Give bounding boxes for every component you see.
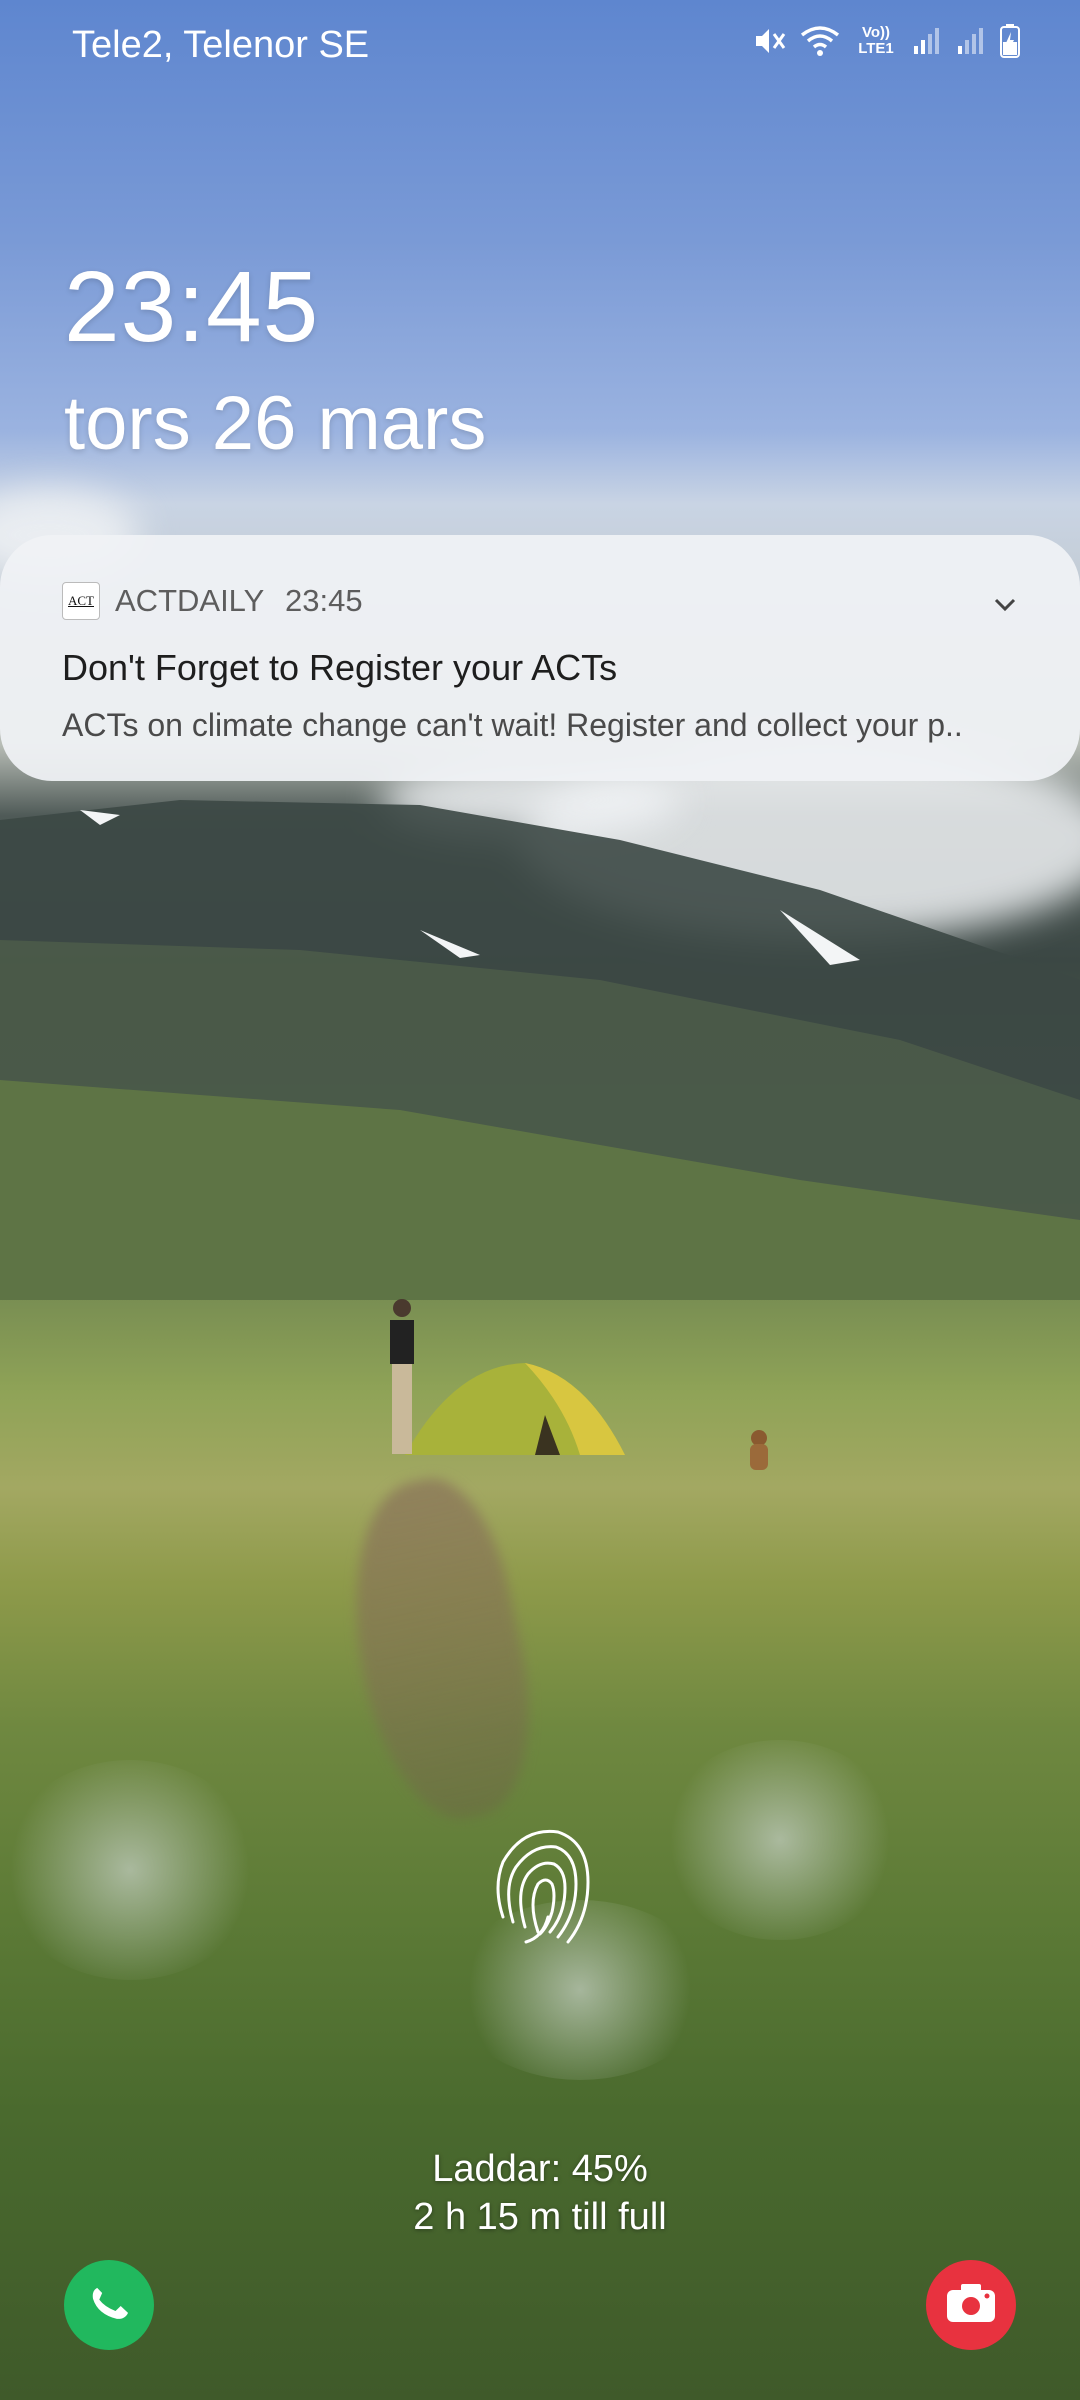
notification-title: Don't Forget to Register your ACTs (62, 647, 618, 688)
tent (405, 1363, 625, 1455)
lock-clock: 23:45 (64, 251, 320, 363)
actdaily-app-icon: ACT (62, 582, 100, 620)
trail (326, 1467, 554, 1833)
notification-time: 23:45 (285, 583, 363, 618)
status-bar: Tele2, Telenor SE Vo)) LTE1 (0, 0, 1080, 92)
camera-shortcut-button[interactable] (926, 2260, 1016, 2350)
lock-date: tors 26 mars (64, 381, 487, 466)
camera-icon (945, 2282, 997, 2329)
mountain-ridge (0, 800, 1080, 1300)
notification-card[interactable]: ACT ACTDAILY 23:45 Don't Forget to Regis… (0, 535, 1080, 781)
signal-sim1-icon (912, 26, 942, 56)
charging-status: Laddar: 45% 2 h 15 m till full (0, 2145, 1080, 2241)
mute-icon (752, 25, 786, 57)
dog (750, 1430, 768, 1470)
phone-icon (86, 2280, 132, 2331)
battery-charging-icon (1000, 24, 1020, 58)
signal-sim2-icon (956, 26, 986, 56)
charging-percent: Laddar: 45% (432, 2148, 648, 2190)
chevron-down-icon[interactable] (985, 585, 1025, 625)
status-icons: Vo)) LTE1 (752, 24, 1020, 58)
notification-body: ACTs on climate change can't wait! Regis… (62, 707, 963, 743)
network-label: Vo)) LTE1 (858, 24, 894, 57)
carrier-name: Tele2, Telenor SE (72, 24, 370, 66)
volte-icon: Vo)) LTE1 (854, 25, 898, 57)
person (390, 1299, 414, 1454)
charging-remaining: 2 h 15 m till full (413, 2196, 667, 2238)
notification-app-name: ACTDAILY (115, 583, 265, 618)
fingerprint-icon[interactable] (488, 1822, 594, 1952)
phone-shortcut-button[interactable] (64, 2260, 154, 2350)
wifi-icon (800, 25, 840, 57)
